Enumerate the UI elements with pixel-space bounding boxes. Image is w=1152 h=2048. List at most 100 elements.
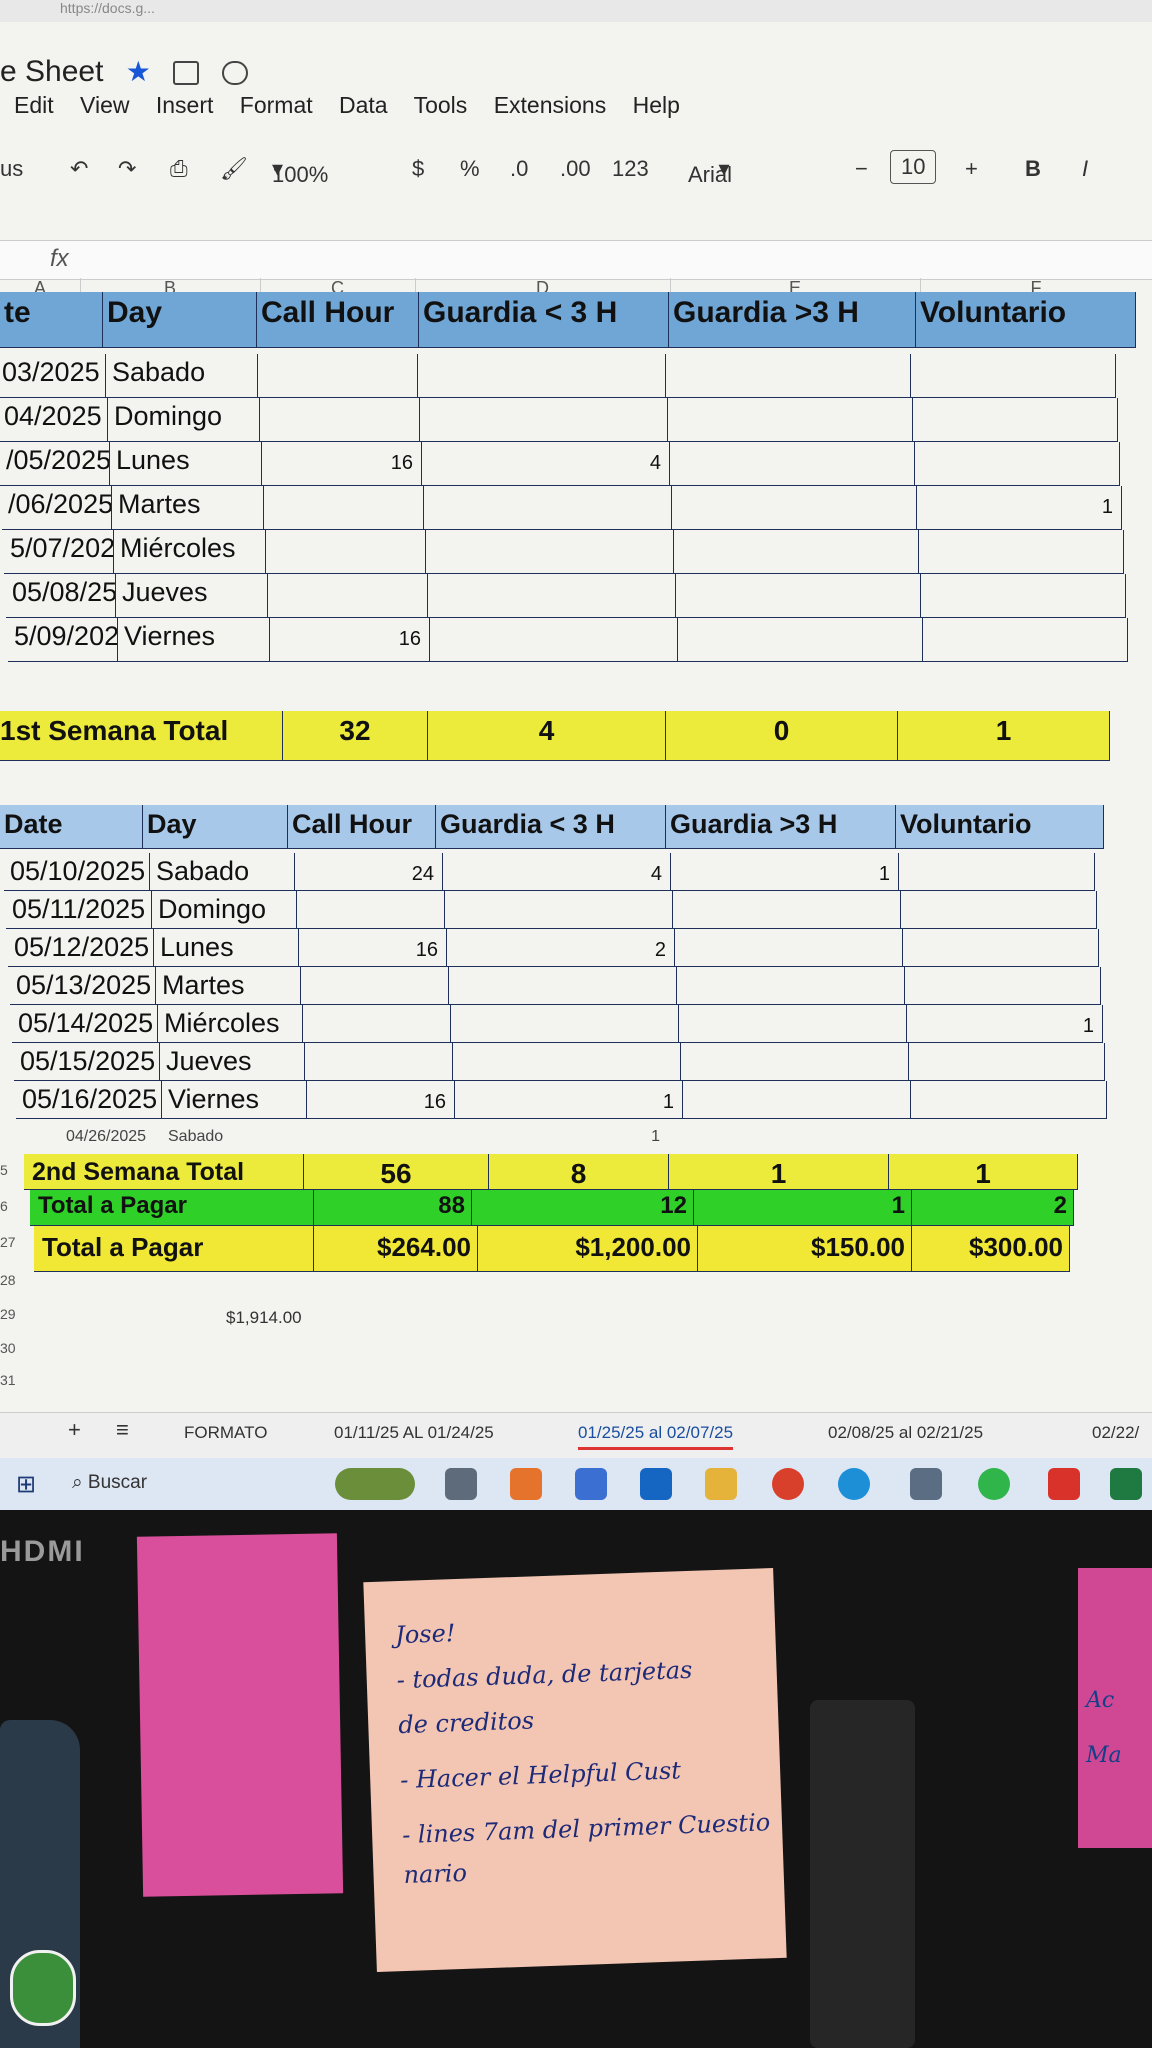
table-cell[interactable] bbox=[666, 354, 911, 398]
table-cell[interactable]: 16 bbox=[307, 1081, 455, 1119]
table-cell[interactable]: Domingo bbox=[108, 398, 260, 442]
table-cell[interactable] bbox=[297, 891, 445, 929]
table-cell[interactable] bbox=[424, 486, 672, 530]
pay-hours-voluntario[interactable]: 2 bbox=[912, 1190, 1074, 1226]
menu-help[interactable]: Help bbox=[633, 92, 680, 118]
pay-hours-call[interactable]: 88 bbox=[314, 1190, 472, 1226]
table-cell[interactable] bbox=[905, 967, 1101, 1005]
turtle-widget-icon[interactable] bbox=[335, 1468, 415, 1500]
undo-icon[interactable]: ↶ bbox=[70, 156, 88, 182]
snipping-tool-icon[interactable] bbox=[910, 1468, 942, 1500]
table-cell[interactable] bbox=[449, 967, 677, 1005]
table-cell[interactable]: 16 bbox=[262, 442, 422, 486]
table-cell[interactable] bbox=[260, 398, 420, 442]
table-cell[interactable]: 16 bbox=[270, 618, 430, 662]
table-cell[interactable] bbox=[303, 1005, 451, 1043]
pay-hours-guardia-lt3[interactable]: 12 bbox=[472, 1190, 694, 1226]
table-cell[interactable]: Miércoles bbox=[114, 530, 266, 574]
week1-total-voluntario[interactable]: 1 bbox=[898, 711, 1110, 761]
move-folder-icon[interactable] bbox=[173, 61, 200, 86]
whatsapp-icon[interactable] bbox=[978, 1468, 1010, 1500]
table-cell[interactable] bbox=[670, 442, 915, 486]
formula-bar[interactable]: fx bbox=[0, 240, 1152, 280]
week2-total-voluntario[interactable]: 1 bbox=[889, 1154, 1078, 1190]
decrease-decimal-button[interactable]: .0 bbox=[510, 156, 528, 182]
table-cell[interactable] bbox=[428, 574, 676, 618]
currency-button[interactable]: $ bbox=[412, 156, 424, 182]
table-cell[interactable]: Jueves bbox=[116, 574, 268, 618]
table-cell[interactable] bbox=[677, 967, 905, 1005]
number-format-button[interactable]: 123 bbox=[612, 156, 649, 182]
task-view-icon[interactable] bbox=[445, 1468, 477, 1500]
header-day[interactable]: Day bbox=[143, 805, 288, 849]
pay-amount-voluntario[interactable]: $300.00 bbox=[912, 1226, 1070, 1272]
table-cell[interactable]: 05/12/2025 bbox=[8, 929, 154, 967]
grand-total-cell[interactable]: $1,914.00 bbox=[226, 1308, 302, 1328]
italic-button[interactable]: I bbox=[1082, 156, 1088, 182]
font-size-input[interactable]: 10 bbox=[890, 150, 937, 184]
table-cell[interactable] bbox=[919, 530, 1124, 574]
header-guardia-lt3[interactable]: Guardia < 3 H bbox=[419, 292, 669, 348]
table-cell[interactable]: 05/11/2025 bbox=[6, 891, 152, 929]
bold-button[interactable]: B bbox=[1025, 156, 1041, 182]
redo-icon[interactable]: ↷ bbox=[118, 156, 136, 182]
menu-tools[interactable]: Tools bbox=[414, 92, 468, 118]
sheet-tab[interactable]: 02/22/ bbox=[1092, 1423, 1139, 1443]
row-number[interactable]: 28 bbox=[0, 1272, 16, 1288]
store-icon[interactable] bbox=[575, 1468, 607, 1500]
header-guardia-lt3[interactable]: Guardia < 3 H bbox=[436, 805, 666, 849]
sheet-tab[interactable]: 02/08/25 al 02/21/25 bbox=[828, 1423, 983, 1443]
browser-url-bar[interactable]: https://docs.g... bbox=[0, 0, 1152, 22]
table-cell[interactable]: 05/14/2025 bbox=[12, 1005, 158, 1043]
sheet-tab[interactable]: FORMATO bbox=[184, 1423, 267, 1443]
table-cell[interactable]: 05/16/2025 bbox=[16, 1081, 162, 1119]
extra-day[interactable]: Sabado bbox=[168, 1120, 268, 1154]
week1-total-guardia-gt3[interactable]: 0 bbox=[666, 711, 898, 761]
table-cell[interactable]: 1 bbox=[917, 486, 1122, 530]
table-cell[interactable] bbox=[901, 891, 1097, 929]
row-number[interactable]: 29 bbox=[0, 1306, 16, 1322]
extra-guardia-lt3[interactable]: 1 bbox=[440, 1120, 660, 1154]
table-cell[interactable]: Martes bbox=[156, 967, 301, 1005]
table-cell[interactable] bbox=[681, 1043, 909, 1081]
table-cell[interactable] bbox=[903, 929, 1099, 967]
table-cell[interactable]: Viernes bbox=[162, 1081, 307, 1119]
font-select[interactable]: Arial ▾ bbox=[688, 156, 732, 187]
table-cell[interactable]: 24 bbox=[295, 853, 443, 891]
table-cell[interactable]: 4 bbox=[422, 442, 670, 486]
header-guardia-gt3[interactable]: Guardia >3 H bbox=[666, 805, 896, 849]
table-cell[interactable] bbox=[683, 1081, 911, 1119]
table-cell[interactable] bbox=[899, 853, 1095, 891]
table-cell[interactable]: /06/2025 bbox=[2, 486, 112, 530]
table-cell[interactable]: 05/15/2025 bbox=[14, 1043, 160, 1081]
copilot-icon[interactable] bbox=[510, 1468, 542, 1500]
table-cell[interactable]: 16 bbox=[299, 929, 447, 967]
table-cell[interactable] bbox=[676, 574, 921, 618]
table-cell[interactable]: Viernes bbox=[118, 618, 270, 662]
header-call-hour[interactable]: Call Hour bbox=[257, 292, 419, 348]
outlook-icon[interactable] bbox=[640, 1468, 672, 1500]
sheet-tab[interactable]: 01/11/25 AL 01/24/25 bbox=[334, 1423, 494, 1443]
table-cell[interactable] bbox=[923, 618, 1128, 662]
paint-format-icon[interactable]: 🖌 bbox=[220, 156, 248, 182]
font-size-increase[interactable]: + bbox=[965, 156, 978, 182]
table-cell[interactable]: Sabado bbox=[106, 354, 258, 398]
week1-total-guardia-lt3[interactable]: 4 bbox=[428, 711, 666, 761]
menu-edit[interactable]: Edit bbox=[14, 92, 54, 118]
menu-data[interactable]: Data bbox=[339, 92, 388, 118]
row-number[interactable]: 5 bbox=[0, 1162, 8, 1178]
windows-start-icon[interactable]: ⊞ bbox=[16, 1470, 36, 1499]
header-date[interactable]: Date bbox=[0, 805, 143, 849]
table-cell[interactable] bbox=[668, 398, 913, 442]
table-cell[interactable] bbox=[430, 618, 678, 662]
table-cell[interactable]: /05/2025 bbox=[0, 442, 110, 486]
sheet-tab-active[interactable]: 01/25/25 al 02/07/25 bbox=[578, 1423, 734, 1450]
print-icon[interactable]: ⎙ bbox=[170, 156, 188, 182]
table-cell[interactable] bbox=[909, 1043, 1105, 1081]
pay-amount-call[interactable]: $264.00 bbox=[314, 1226, 478, 1272]
extra-date[interactable]: 04/26/2025 bbox=[66, 1120, 166, 1154]
table-cell[interactable] bbox=[674, 530, 919, 574]
table-cell[interactable]: Miércoles bbox=[158, 1005, 303, 1043]
table-cell[interactable] bbox=[911, 1081, 1107, 1119]
table-cell[interactable]: 05/10/2025 bbox=[4, 853, 150, 891]
